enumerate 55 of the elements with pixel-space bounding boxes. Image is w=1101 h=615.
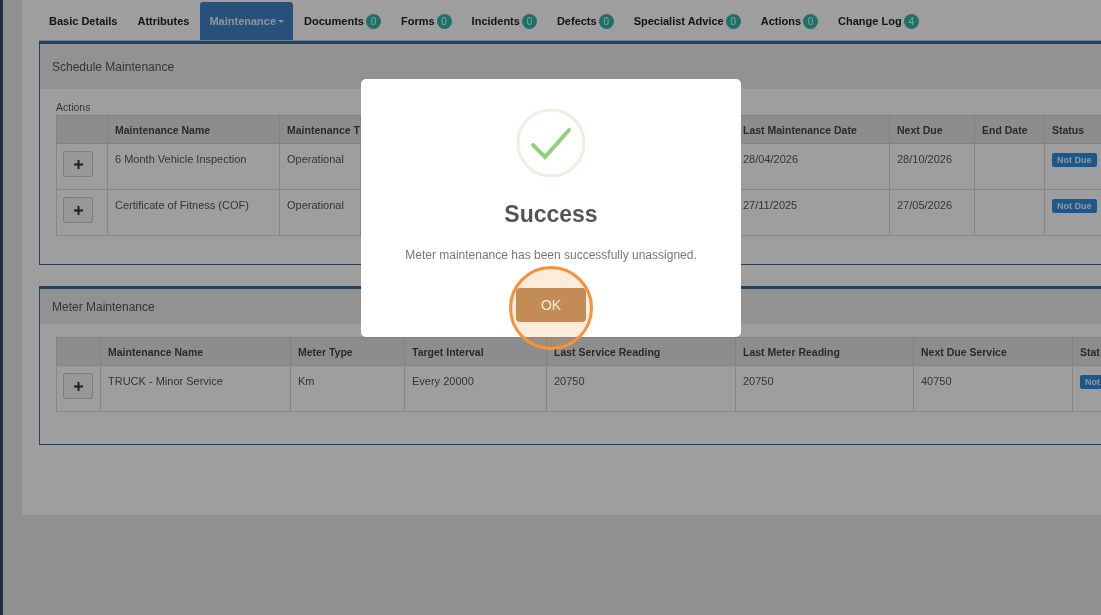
table-cell: 40750 — [913, 365, 1073, 412]
count-badge: 0 — [366, 13, 381, 29]
actions-label: Actions — [56, 101, 92, 113]
table-header-cell: Maintenance Name — [107, 115, 280, 144]
table-cell: 20750 — [546, 365, 736, 412]
plus-icon — [73, 159, 83, 169]
table-header-cell: Meter Type — [290, 337, 405, 366]
count-badge: 0 — [521, 13, 537, 29]
table-cell: 20750 — [735, 365, 914, 412]
table-cell: 27/05/2026 — [889, 189, 975, 236]
count-badge: 0 — [803, 13, 819, 29]
count-badge: 4 — [903, 13, 919, 29]
table-header-cell: Next Due — [889, 115, 975, 144]
tab[interactable]: Documents 0 — [295, 2, 390, 40]
count-badge: 0 — [436, 13, 452, 29]
table-header-cell: Last Service Reading — [546, 337, 736, 366]
table-header-cell: Maintenance Name — [100, 337, 291, 366]
expand-button[interactable] — [63, 151, 93, 177]
status-badge: Not Due — [1052, 199, 1097, 213]
tab[interactable]: Forms 0 — [392, 2, 461, 40]
table-header-cell: End Date — [974, 115, 1045, 144]
table-cell: Certificate of Fitness (COF) — [107, 189, 280, 236]
expand-button[interactable] — [63, 197, 93, 223]
expand-button[interactable] — [63, 373, 93, 399]
tab[interactable]: Defects 0 — [547, 2, 623, 40]
tab[interactable]: Change Log 4 — [829, 2, 928, 40]
status-badge: Not Due — [1052, 153, 1097, 167]
status-badge: Not — [1080, 375, 1101, 389]
dialog-title: Success — [504, 201, 598, 228]
tab[interactable]: Incidents 0 — [462, 2, 546, 40]
table-cell: TRUCK - Minor Service — [100, 365, 291, 412]
tab[interactable]: Specialist Advice 0 — [624, 2, 750, 40]
tab[interactable]: Basic Details — [40, 2, 127, 40]
table-header-cell: Status — [1044, 115, 1101, 144]
panel-title: Schedule Maintenance — [52, 59, 175, 74]
table-cell: 6 Month Vehicle Inspection — [107, 143, 280, 190]
count-badge: 0 — [725, 13, 741, 29]
table-header-cell: Next Due Service — [913, 337, 1073, 366]
table-cell: Operational — [279, 189, 361, 236]
table-cell: Km — [290, 365, 405, 412]
table-header-cell: Maintenance T — [279, 115, 361, 144]
table-header-cell: Last Meter Reading — [735, 337, 914, 366]
checkmark-icon — [516, 108, 586, 178]
panel-title: Meter Maintenance — [52, 299, 155, 314]
table-cell: 28/10/2026 — [889, 143, 975, 190]
plus-icon — [73, 205, 83, 215]
table-header-cell: Target Interval — [404, 337, 547, 366]
count-badge: 0 — [598, 13, 614, 29]
plus-icon — [73, 381, 83, 391]
table-header-cell: Stat — [1072, 337, 1101, 366]
table-cell: Operational — [279, 143, 361, 190]
tab[interactable]: Actions 0 — [751, 2, 828, 40]
table-cell: Every 20000 — [404, 365, 547, 412]
tab[interactable]: Attributes — [128, 2, 199, 40]
dialog-message: Meter maintenance has been successfully unassigned. — [405, 248, 697, 262]
